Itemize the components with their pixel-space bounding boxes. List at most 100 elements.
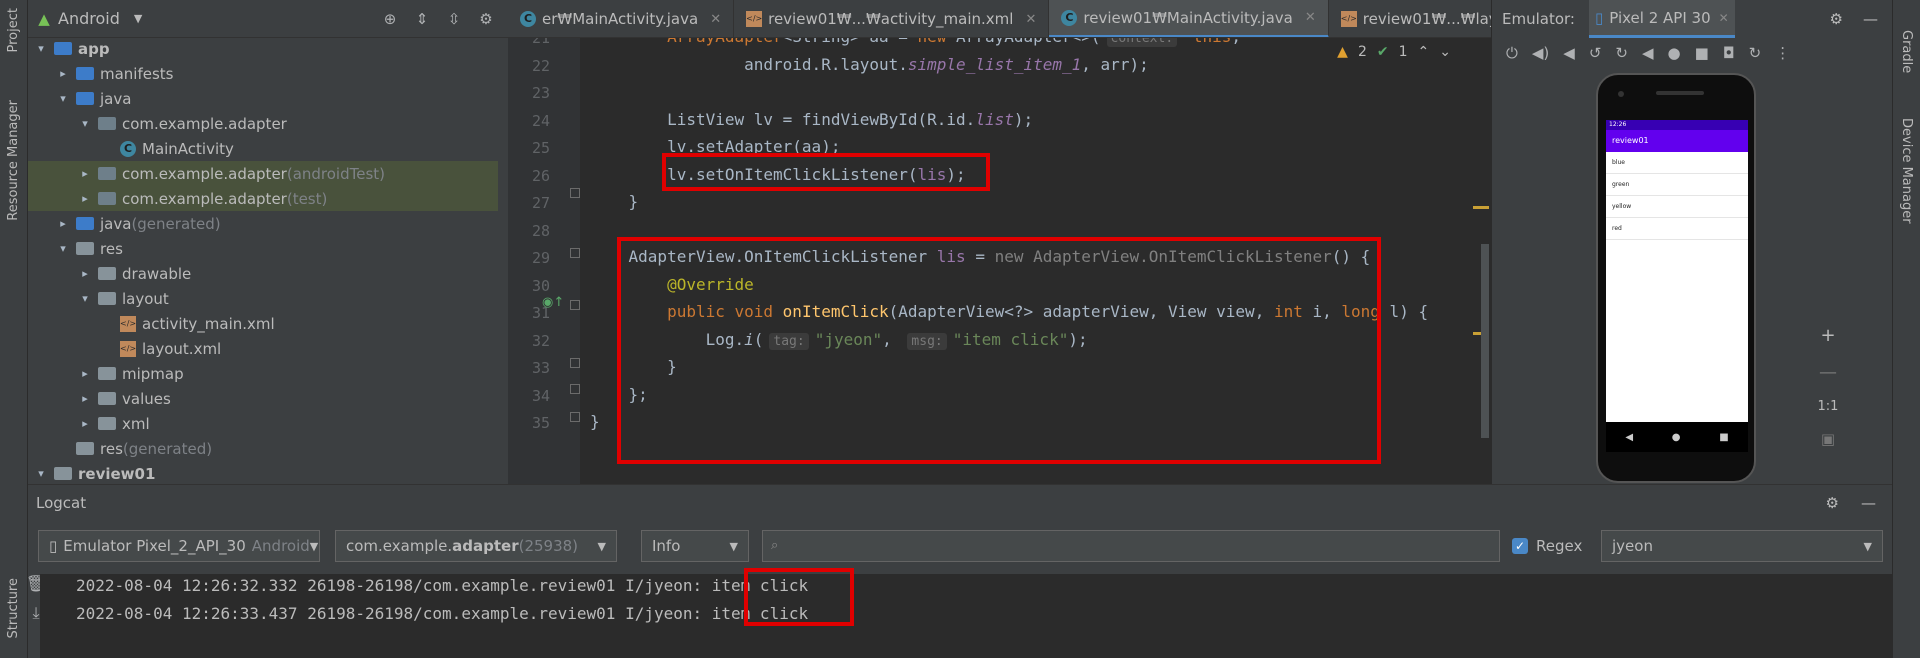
gear-icon[interactable]: ⚙ [1826,494,1839,512]
back-icon[interactable]: ◀ [1625,432,1633,443]
tree-item[interactable]: ▾ java [28,86,498,111]
chevron-right-icon[interactable]: ▸ [78,267,92,280]
tree-item[interactable]: res (generated) [28,436,498,461]
code-editor[interactable]: 21 ArrayAdapter<String> aa = new ArrayAd… [508,38,1491,484]
more-icon[interactable]: ⋮ [1775,44,1790,62]
code-line[interactable]: ListView lv = findViewById(R.id.list); [590,110,1033,129]
chevron-down-icon[interactable]: ▾ [34,42,48,55]
chevron-down-icon[interactable]: ▾ [56,92,70,105]
tree-item[interactable]: ▾ review01 [28,461,498,484]
fold-marker[interactable] [570,412,580,422]
editor-tab[interactable]: </>review01₩...₩layout.xml✕ [1329,0,1491,37]
project-tool-button[interactable]: Project [6,8,21,52]
zoom-in-icon[interactable]: + [1820,325,1835,346]
chevron-down-icon[interactable]: ▾ [78,117,92,130]
code-line[interactable]: } [590,412,600,431]
inspection-widget[interactable]: ▲ 2 ✔ 1 ⌃ ⌄ [1337,44,1451,60]
tree-item[interactable]: ▾ com.example.adapter [28,111,498,136]
logcat-output[interactable]: 2022-08-04 12:26:32.332 26198-26198/com.… [40,568,1892,658]
close-icon[interactable]: ✕ [1719,11,1729,25]
phone-list-item[interactable]: blue [1606,152,1748,174]
gradle-tool-button[interactable]: Gradle [1899,30,1914,73]
tree-item[interactable]: ▾ res [28,236,498,261]
home-icon[interactable]: ● [1672,432,1681,443]
chevron-down-icon[interactable]: ▾ [78,292,92,305]
code-line[interactable]: ArrayAdapter<String> aa = new ArrayAdapt… [590,38,1241,47]
device-manager-tool-button[interactable]: Device Manager [1899,118,1914,224]
chevron-down-icon[interactable]: ⌄ [1439,44,1451,60]
chevron-down-icon[interactable]: ▼ [134,12,142,25]
gear-icon[interactable]: ⚙ [478,11,494,27]
chevron-right-icon[interactable]: ▸ [56,67,70,80]
chevron-right-icon[interactable]: ▸ [78,192,92,205]
minimize-icon[interactable]: — [1863,10,1878,28]
tree-item[interactable]: ▸ values [28,386,498,411]
editor-tab[interactable]: </> review01₩...₩activity_main.xml ✕ [734,0,1050,37]
process-select[interactable]: com.example. adapter (25938) ▼ [335,530,617,562]
chevron-up-icon[interactable]: ⌃ [1418,44,1430,60]
zoom-out-icon[interactable]: — [1819,362,1837,383]
device-tab[interactable]: ▯ Pixel 2 API 30 ✕ [1588,0,1735,38]
warning-marker[interactable] [1473,206,1489,209]
chevron-down-icon[interactable]: ▾ [56,242,70,255]
power-icon[interactable]: ⏻ [1506,44,1518,62]
phone-list-item[interactable]: green [1606,174,1748,196]
zoom-ratio-button[interactable]: 1:1 [1818,399,1839,414]
tree-item[interactable]: ▸ mipmap [28,361,498,386]
fold-marker[interactable] [570,248,580,258]
phone-screen[interactable]: 12:26 review01 blue green yellow red [1606,120,1748,422]
scroll-to-end-icon[interactable]: ⤓ [32,603,39,623]
regex-checkbox[interactable]: ✓ Regex [1512,537,1582,555]
camera-icon[interactable]: ◘ [1723,44,1735,62]
scroll-thumb[interactable] [1481,244,1489,438]
volume-up-icon[interactable]: ◀) [1532,44,1549,62]
tree-item[interactable]: ▸ com.example.adapter (androidTest) [28,161,498,186]
chevron-down-icon[interactable]: ▾ [34,467,48,480]
rotate-left-icon[interactable]: ↺ [1589,44,1602,62]
log-level-select[interactable]: Info ▼ [641,530,749,562]
tree-item[interactable]: ▾ layout [28,286,498,311]
tree-item[interactable]: ▸ xml [28,411,498,436]
tree-item[interactable]: </> activity_main.xml [28,311,498,336]
expand-all-icon[interactable]: ⇕ [414,11,430,27]
fold-marker[interactable] [570,358,580,368]
rotate-right-icon[interactable]: ↻ [1615,44,1628,62]
chevron-right-icon[interactable]: ▸ [78,417,92,430]
close-icon[interactable]: ✕ [1025,12,1036,27]
fold-marker[interactable] [570,300,580,310]
code-line[interactable]: } [590,192,639,211]
chevron-right-icon[interactable]: ▸ [56,217,70,230]
home-icon[interactable]: ● [1668,44,1681,62]
close-icon[interactable]: ✕ [710,12,721,27]
editor-tab[interactable]: Creview01₩MainActivity.java ✕ [1049,0,1329,37]
snapshot-icon[interactable]: ↻ [1749,44,1762,62]
crosshair-icon[interactable]: ⊕ [382,11,398,27]
minimize-icon[interactable]: — [1861,494,1876,512]
editor-scrollbar[interactable] [1473,38,1491,484]
logcat-search-input[interactable]: ⌕ [762,530,1500,562]
chevron-right-icon[interactable]: ▸ [78,392,92,405]
phone-list-item[interactable]: red [1606,218,1748,240]
override-gutter-icon[interactable]: ◉↑ [542,295,564,310]
editor-tab[interactable]: Cer₩MainActivity.java ✕ [508,0,735,37]
close-icon[interactable]: ✕ [1305,10,1316,25]
chevron-right-icon[interactable]: ▸ [78,367,92,380]
fold-marker[interactable] [570,188,580,198]
collapse-all-icon[interactable]: ⇳ [446,11,462,27]
tree-item[interactable]: </> layout.xml [28,336,498,361]
resource-manager-tool-button[interactable]: Resource Manager [6,100,21,221]
fold-marker[interactable] [570,384,580,394]
tree-item[interactable]: ▸ java (generated) [28,211,498,236]
project-view-selector[interactable]: Android [58,9,120,28]
overview-icon[interactable]: ■ [1719,432,1728,443]
back-icon[interactable]: ◀ [1642,44,1654,62]
tree-item[interactable]: ▸ drawable [28,261,498,286]
tree-item[interactable]: C MainActivity [28,136,498,161]
chevron-right-icon[interactable]: ▸ [78,167,92,180]
tree-item[interactable]: ▸ com.example.adapter (test) [28,186,498,211]
volume-down-icon[interactable]: ◀ [1563,44,1575,62]
fit-screen-icon[interactable]: ▣ [1821,430,1835,448]
device-select[interactable]: ▯ Emulator Pixel_2_API_30 Android ▼ [38,530,320,562]
filter-select[interactable]: jyeon ▼ [1601,530,1883,562]
tree-item[interactable]: ▾ app [28,36,498,61]
